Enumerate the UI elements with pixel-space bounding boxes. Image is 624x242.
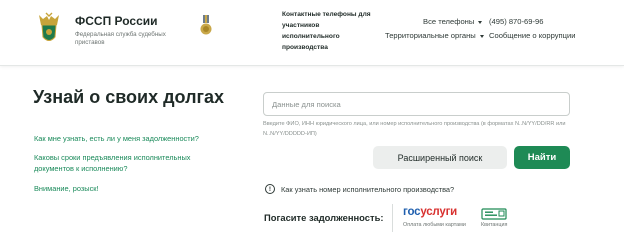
all-phones-label: Все телефоны: [423, 17, 475, 26]
fssp-emblem-icon[interactable]: [37, 11, 61, 45]
hotline-phone[interactable]: (495) 870-69-96: [489, 17, 543, 26]
pay-debt-label: Погасите задолженность:: [264, 212, 384, 223]
territorial-bodies-dropdown[interactable]: Территориальные органы: [385, 31, 484, 40]
receipt-icon[interactable]: [481, 208, 507, 220]
faq-link-deadlines[interactable]: Каковы сроки предъявления исполнительных…: [34, 152, 214, 174]
brand-title[interactable]: ФССП России: [75, 14, 158, 28]
gosuslugi-logo-part2: услуги: [420, 206, 458, 218]
receipt-caption: Квитанция: [481, 222, 508, 228]
wanted-link[interactable]: Внимание, розыск!: [34, 183, 99, 194]
search-hint: Введите ФИО, ИНН юридического лица, или …: [263, 121, 566, 137]
brand-subtitle: Федеральная служба судебных приставов: [75, 31, 166, 46]
case-number-help-link[interactable]: ! Как узнать номер исполнительного произ…: [265, 184, 454, 194]
gosuslugi-caption: Оплата любыми картами: [403, 222, 466, 228]
find-button[interactable]: Найти: [514, 146, 570, 169]
page-title: Узнай о своих долгах: [33, 87, 225, 107]
case-number-help-text: Как узнать номер исполнительного произво…: [281, 184, 455, 194]
contacts-title[interactable]: Контактные телефоны для участников испол…: [282, 9, 378, 53]
info-icon: !: [265, 184, 275, 194]
gosuslugi-logo-part1: гос: [403, 206, 421, 218]
divider: [392, 204, 393, 232]
advanced-search-button[interactable]: Расширенный поиск: [373, 146, 507, 169]
territorial-bodies-label: Территориальные органы: [385, 31, 476, 40]
gosuslugi-logo[interactable]: госуслуги: [403, 206, 457, 218]
all-phones-dropdown[interactable]: Все телефоны: [423, 17, 483, 26]
chevron-down-icon: [479, 34, 484, 38]
corruption-report-link[interactable]: Сообщение о коррупции: [489, 31, 576, 40]
site-header: ФССП России Федеральная служба судебных …: [0, 0, 624, 66]
chevron-down-icon: [478, 20, 483, 24]
faq-link-check-debts[interactable]: Как мне узнать, есть ли у меня задолженн…: [34, 133, 199, 144]
medal-icon: [200, 15, 212, 35]
search-input[interactable]: [263, 92, 570, 116]
